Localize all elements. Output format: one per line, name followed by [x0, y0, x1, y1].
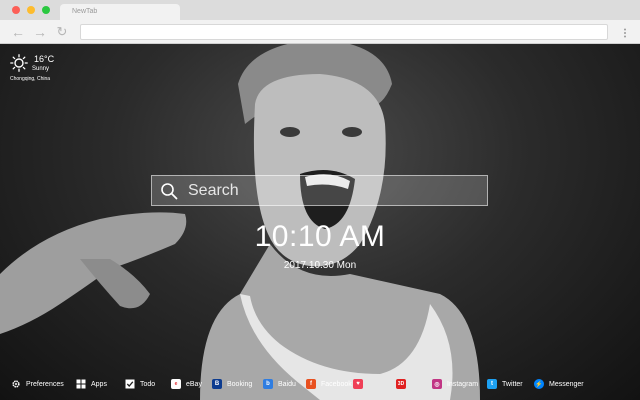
weather-widget[interactable]: 16°C Sunny Chongqing, China [8, 52, 68, 86]
back-button[interactable]: ← [10, 24, 26, 40]
booking-icon: B [212, 379, 222, 389]
shortcut-ebay[interactable]: e eBay [171, 378, 202, 390]
preferences-button[interactable]: Preferences [11, 378, 64, 390]
checkbox-icon [125, 379, 135, 389]
gear-icon [12, 380, 20, 388]
search-icon[interactable] [160, 182, 178, 200]
shortcut-booking[interactable]: B Booking [212, 378, 252, 390]
tab-newtab[interactable]: NewTab [60, 4, 180, 20]
apps-grid-icon [76, 379, 86, 389]
shortcut-baidu[interactable]: b Baidu [263, 378, 296, 390]
shortcut-label: Instagram [447, 380, 479, 388]
facebook-icon: f [306, 379, 316, 389]
weather-condition: Sunny [32, 66, 50, 72]
instagram-icon: ◎ [432, 379, 442, 389]
messenger-icon: ⚡ [534, 379, 544, 389]
maximize-window-button[interactable] [42, 6, 50, 14]
todo-label: Todo [140, 380, 156, 388]
weather-temperature: 16°C [34, 54, 55, 64]
weather-location: Chongqing, China [10, 76, 51, 82]
menu-icon[interactable] [620, 28, 630, 38]
shortcut-label: Baidu [278, 380, 296, 388]
ebay-icon: e [171, 379, 181, 389]
shortcut-label: Booking [227, 380, 253, 388]
pocket-icon: ♥ [353, 379, 363, 389]
bottom-bar: Preferences Apps Todo e eBay B Booking b… [0, 372, 640, 396]
shortcut-label: eBay [186, 380, 202, 388]
sun-icon [10, 54, 28, 72]
shortcut-facebook[interactable]: f Facebook [306, 378, 352, 390]
twitter-icon: t [487, 379, 497, 389]
address-bar[interactable] [80, 24, 608, 40]
browser-toolbar: ← → ↻ [0, 20, 640, 44]
search-box[interactable] [151, 175, 488, 206]
3d-icon: 3D [396, 379, 406, 389]
tab-title: NewTab [72, 8, 98, 15]
shortcut-messenger[interactable]: ⚡ Messenger [534, 378, 584, 390]
shortcut-pocket[interactable]: ♥ [353, 378, 368, 390]
forward-button[interactable]: → [32, 24, 48, 40]
search-input[interactable] [188, 176, 483, 205]
clock-date: 2017.10.30 Mon [283, 260, 357, 271]
shortcut-label: Messenger [549, 380, 584, 388]
minimize-window-button[interactable] [27, 6, 35, 14]
close-window-button[interactable] [12, 6, 20, 14]
shortcut-instagram[interactable]: ◎ Instagram [432, 378, 478, 390]
shortcut-label: Facebook [321, 380, 352, 388]
apps-button[interactable]: Apps [76, 378, 107, 390]
shortcut-3d[interactable]: 3D [396, 378, 411, 390]
apps-label: Apps [91, 380, 107, 388]
browser-chrome: NewTab ← → ↻ [0, 0, 640, 44]
baidu-icon: b [263, 379, 273, 389]
shortcut-twitter[interactable]: t Twitter [487, 378, 523, 390]
todo-button[interactable]: Todo [125, 378, 155, 390]
reload-button[interactable]: ↻ [54, 24, 70, 40]
clock-time: 10:10 AM [254, 220, 386, 253]
preferences-label: Preferences [26, 380, 64, 388]
tab-strip: NewTab [0, 0, 640, 20]
shortcut-label: Twitter [502, 380, 523, 388]
